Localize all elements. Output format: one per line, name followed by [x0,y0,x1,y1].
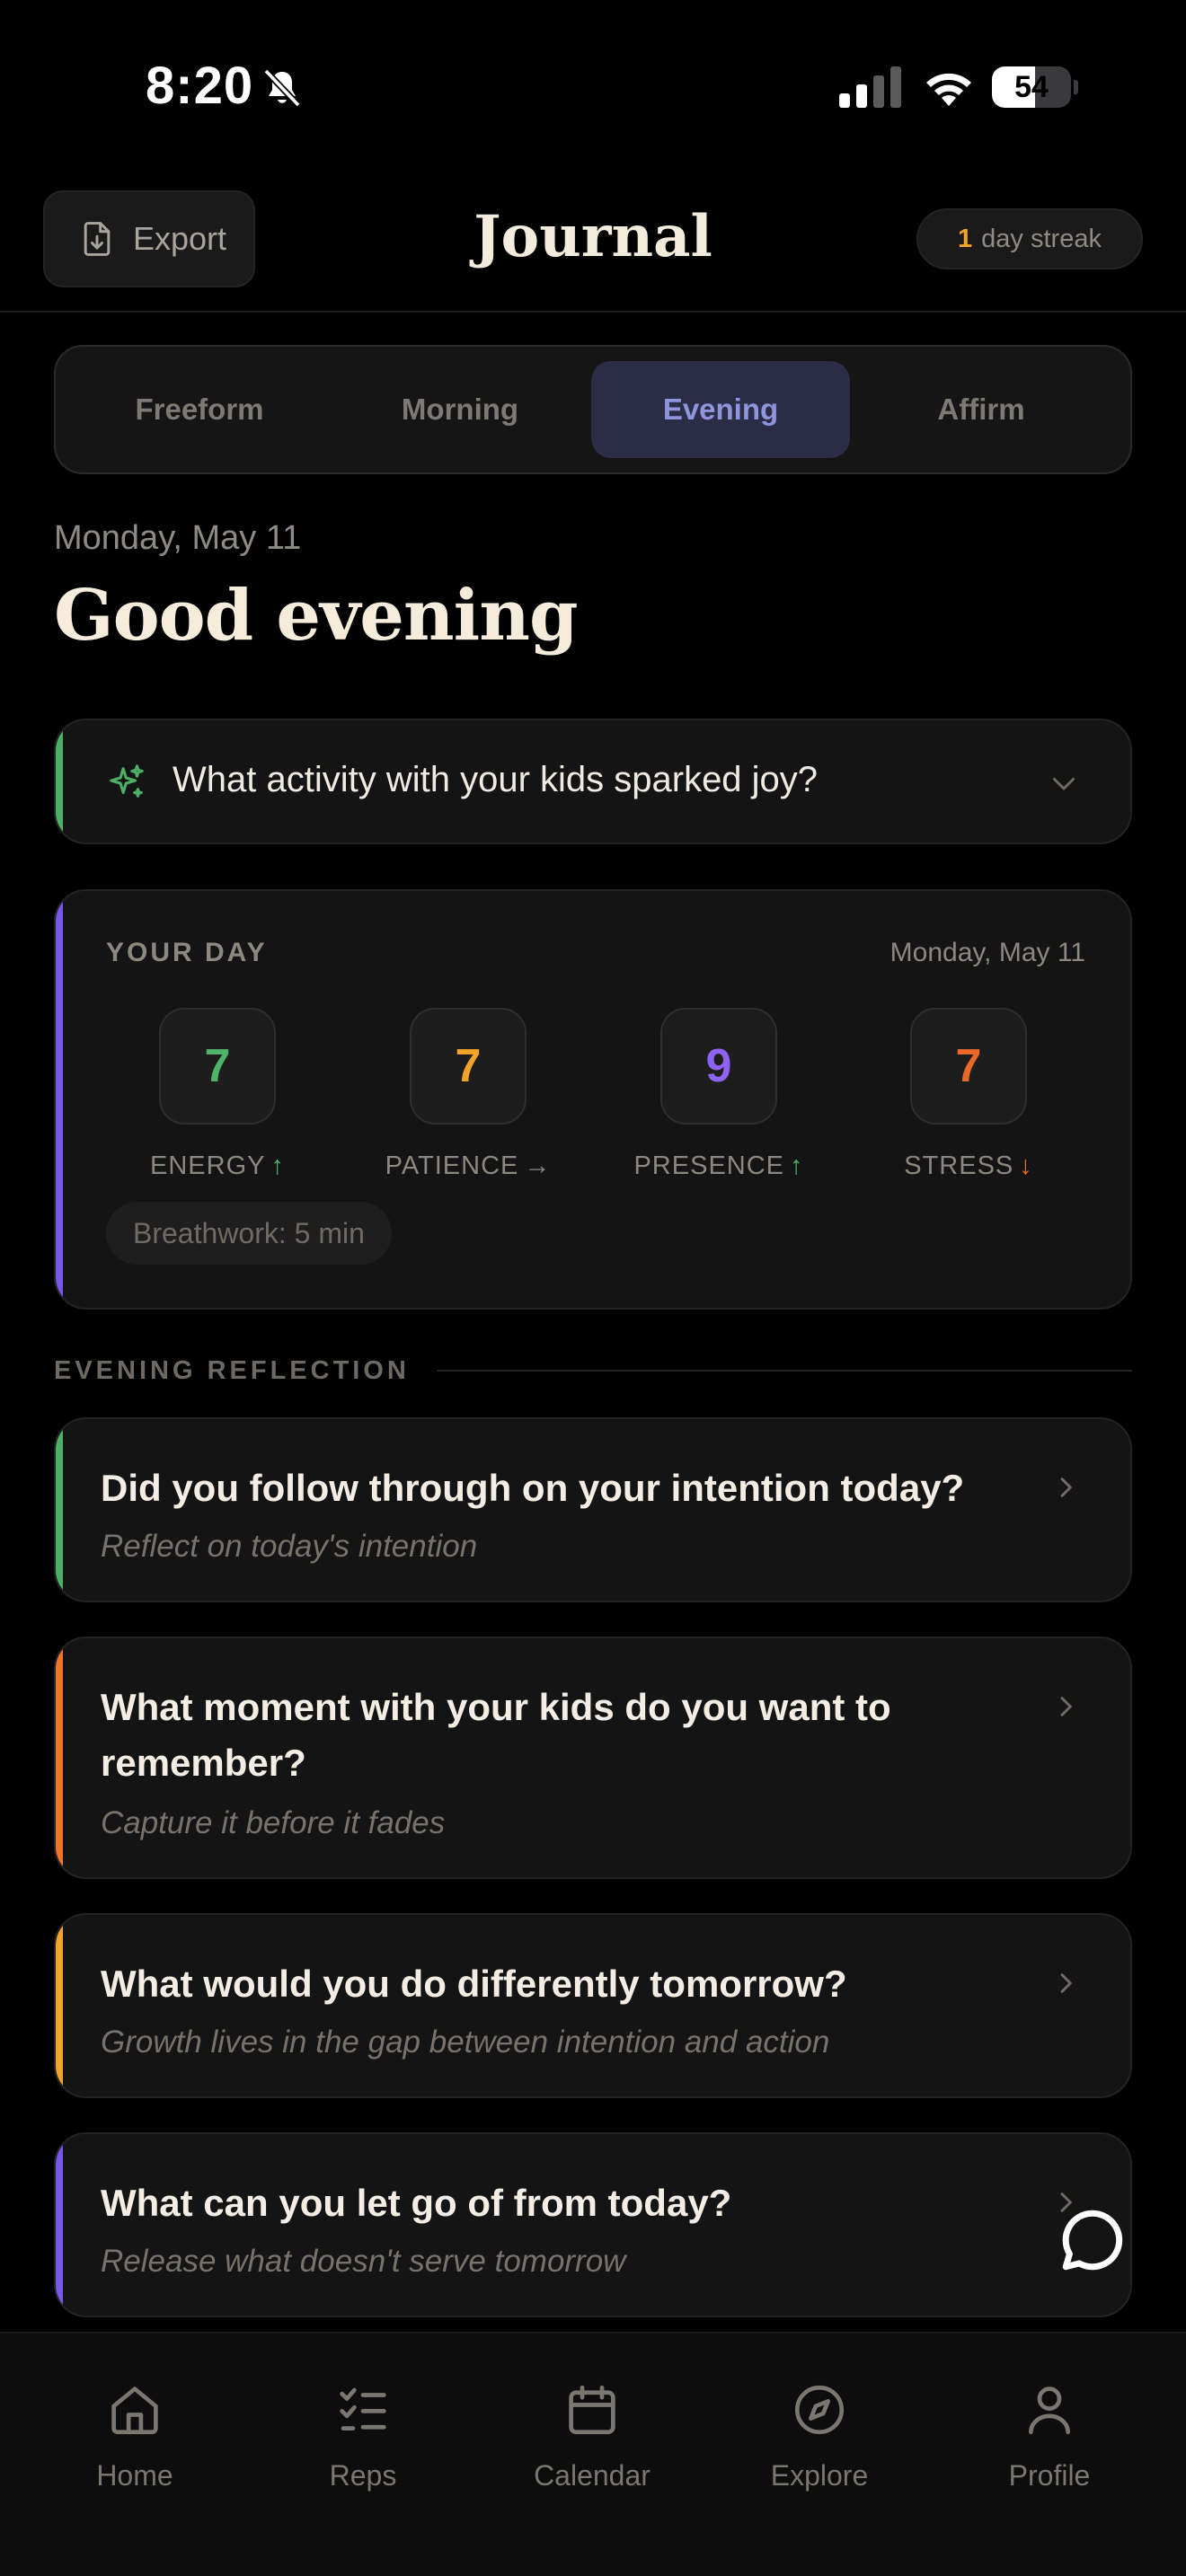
nav-calendar[interactable]: Calendar [502,2380,682,2506]
tab-morning[interactable]: Morning [331,361,589,458]
chat-bubble-icon[interactable] [1055,2202,1130,2278]
reflection-accent-bar [56,1419,63,1601]
section-header: EVENING REFLECTION [54,1353,1132,1389]
chevron-right-icon [1060,1973,1072,1993]
nav-profile[interactable]: Profile [960,2380,1139,2506]
reflection-card-moment[interactable]: What moment with your kids do you want t… [54,1636,1132,1879]
nav-label: Home [96,2459,173,2492]
section-divider [436,1370,1132,1372]
reflection-subtitle: Reflect on today's intention [101,1529,478,1564]
section-title: EVENING REFLECTION [54,1355,410,1385]
calendar-icon [569,2385,615,2435]
reflection-question: What would you do differently tomorrow? [101,1963,847,2005]
arrow-up-icon: ↑ [790,1151,804,1180]
wifi-icon [926,73,971,106]
chevron-down-icon [1053,778,1075,790]
tab-affirm[interactable]: Affirm [852,361,1111,458]
tab-freeform[interactable]: Freeform [70,361,329,458]
metric-value: 7 [410,1008,527,1125]
metric-presence[interactable]: 9 PRESENCE ↑ [593,1008,845,1187]
metric-value: 7 [159,1008,276,1125]
reflection-accent-bar [56,1915,63,2096]
reflection-card-tomorrow[interactable]: What would you do differently tomorrow? … [54,1913,1132,2098]
person-icon [1029,2386,1070,2435]
arrow-right-icon: → [524,1151,552,1180]
greeting-heading: Good evening [54,575,579,657]
cellular-signal-icon [839,66,901,108]
reflection-subtitle: Capture it before it fades [101,1805,446,1840]
metric-energy[interactable]: 7 ENERGY ↑ [92,1008,343,1187]
status-bar: 8:20 54 [0,0,1186,171]
nav-label: Calendar [534,2459,651,2492]
journal-screen: 8:20 54 Export Journal 1 day streak Free… [0,0,1186,2576]
your-day-title: YOUR DAY [106,938,268,967]
nav-label: Explore [770,2459,869,2492]
prompt-accent-bar [56,720,63,842]
nav-home[interactable]: Home [45,2380,225,2506]
tab-evening[interactable]: Evening [591,361,850,458]
reflection-card-let-go[interactable]: What can you let go of from today? Relea… [54,2132,1132,2317]
nav-label: Profile [1008,2459,1091,2492]
breathwork-chip: Breathwork: 5 min [106,1202,392,1265]
nav-label: Reps [329,2459,397,2492]
metric-stress[interactable]: 7 STRESS ↓ [843,1008,1094,1187]
streak-count: 1 [958,224,973,253]
current-date: Monday, May 11 [54,519,302,557]
metric-value: 7 [910,1008,1027,1125]
metric-label: STRESS [904,1151,1014,1180]
metric-value: 9 [660,1008,777,1125]
home-icon [111,2386,158,2435]
metric-label: ENERGY [150,1151,266,1180]
reflection-subtitle: Growth lives in the gap between intentio… [101,2025,830,2060]
metric-label: PRESENCE [633,1151,785,1180]
checklist-icon [340,2387,386,2430]
streak-label: day streak [981,224,1102,253]
nav-explore[interactable]: Explore [730,2380,909,2506]
sparkles-icon [110,764,144,798]
arrow-up-icon: ↑ [270,1151,285,1180]
nav-reps[interactable]: Reps [273,2380,453,2506]
metric-patience[interactable]: 7 PATIENCE → [342,1008,594,1187]
reflection-accent-bar [56,2134,63,2316]
daily-prompt-card[interactable]: What activity with your kids sparked joy… [54,719,1132,844]
bottom-tab-bar: Home Reps Calendar Explore Profile [0,2332,1186,2576]
arrow-down-icon: ↓ [1019,1151,1033,1180]
reflection-accent-bar [56,1638,63,1877]
app-header: Export Journal 1 day streak [0,171,1186,313]
your-day-card: YOUR DAY Monday, May 11 7 ENERGY ↑ 7 PATI… [54,889,1132,1310]
compass-icon [794,2385,845,2435]
streak-badge[interactable]: 1 day streak [916,208,1143,269]
battery-level: 54 [1014,70,1049,104]
metric-label: PATIENCE [385,1151,519,1180]
battery-indicator: 54 [992,66,1078,108]
status-time: 8:20 [146,57,254,115]
your-day-date: Monday, May 11 [890,938,1085,967]
reflection-question: Did you follow through on your intention… [101,1467,965,1509]
reflection-subtitle: Release what doesn't serve tomorrow [101,2244,626,2279]
bell-muted-icon [263,68,301,108]
reflection-question: What can you let go of from today? [101,2182,732,2224]
prompt-text: What activity with your kids sparked joy… [173,760,819,799]
day-accent-bar [56,891,63,1308]
reflection-card-intention[interactable]: Did you follow through on your intention… [54,1417,1132,1602]
reflection-question: What moment with your kids do you want t… [101,1686,891,1784]
chevron-right-icon [1060,1478,1072,1497]
journal-mode-tabs: Freeform Morning Evening Affirm [54,345,1132,474]
chevron-right-icon [1060,1697,1072,1716]
